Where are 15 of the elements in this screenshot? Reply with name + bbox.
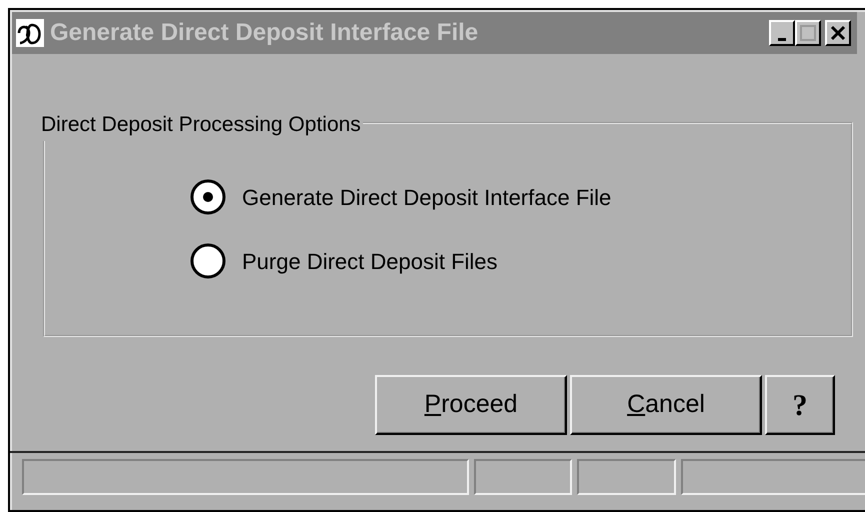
option-label[interactable]: Purge Direct Deposit Files <box>242 244 498 278</box>
maximize-button[interactable] <box>795 20 821 46</box>
close-button[interactable] <box>825 20 851 46</box>
maximize-icon <box>800 25 816 41</box>
option-label[interactable]: Generate Direct Deposit Interface File <box>242 180 612 214</box>
radio-button[interactable] <box>190 243 226 279</box>
help-button[interactable]: ? <box>765 375 835 435</box>
minimize-icon <box>778 38 786 40</box>
minimize-button[interactable] <box>769 20 795 46</box>
close-icon <box>830 25 846 41</box>
radio-button[interactable] <box>190 179 226 215</box>
dialog-button[interactable]: Proceed <box>375 375 567 435</box>
dialog-button[interactable]: Cancel <box>570 375 762 435</box>
logo-icon <box>16 19 44 47</box>
window-title: Generate Direct Deposit Interface File <box>50 18 480 48</box>
